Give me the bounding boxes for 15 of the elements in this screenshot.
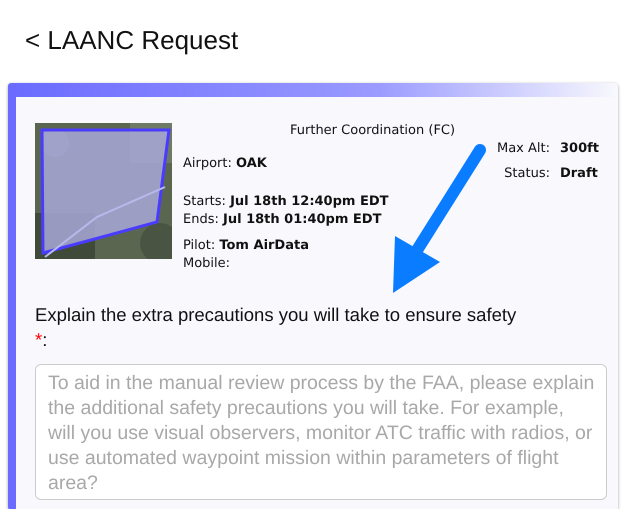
field-value: Draft: [560, 166, 599, 182]
field-label: Status:: [503, 166, 550, 182]
field-label: Max Alt:: [496, 141, 550, 157]
label-colon: :: [42, 328, 48, 352]
info-field: Mobile:: [183, 256, 230, 272]
info-field: Starts: Jul 18th 12:40pm EDT: [183, 194, 389, 210]
required-mark: *: [35, 328, 42, 352]
info-field: Ends: Jul 18th 01:40pm EDT: [183, 212, 382, 228]
authorization-type: Further Coordination (FC): [290, 123, 456, 139]
info-field: Airport: OAK: [183, 156, 267, 172]
question-label: Explain the extra precautions you will take to ensure safety: [35, 303, 516, 327]
info-field: Pilot: Tom AirData: [183, 238, 309, 254]
page-title[interactable]: < LAANC Request: [0, 0, 238, 55]
input-field[interactable]: To aid in the manual review process by the FAA, please explain the additional safety precautions you will take. For example, will you use visual observers, monitor ATC traffic with radios, or use automated waypoint mission within parameters of flight area?: [35, 364, 607, 500]
field-value: 300ft: [560, 141, 599, 157]
